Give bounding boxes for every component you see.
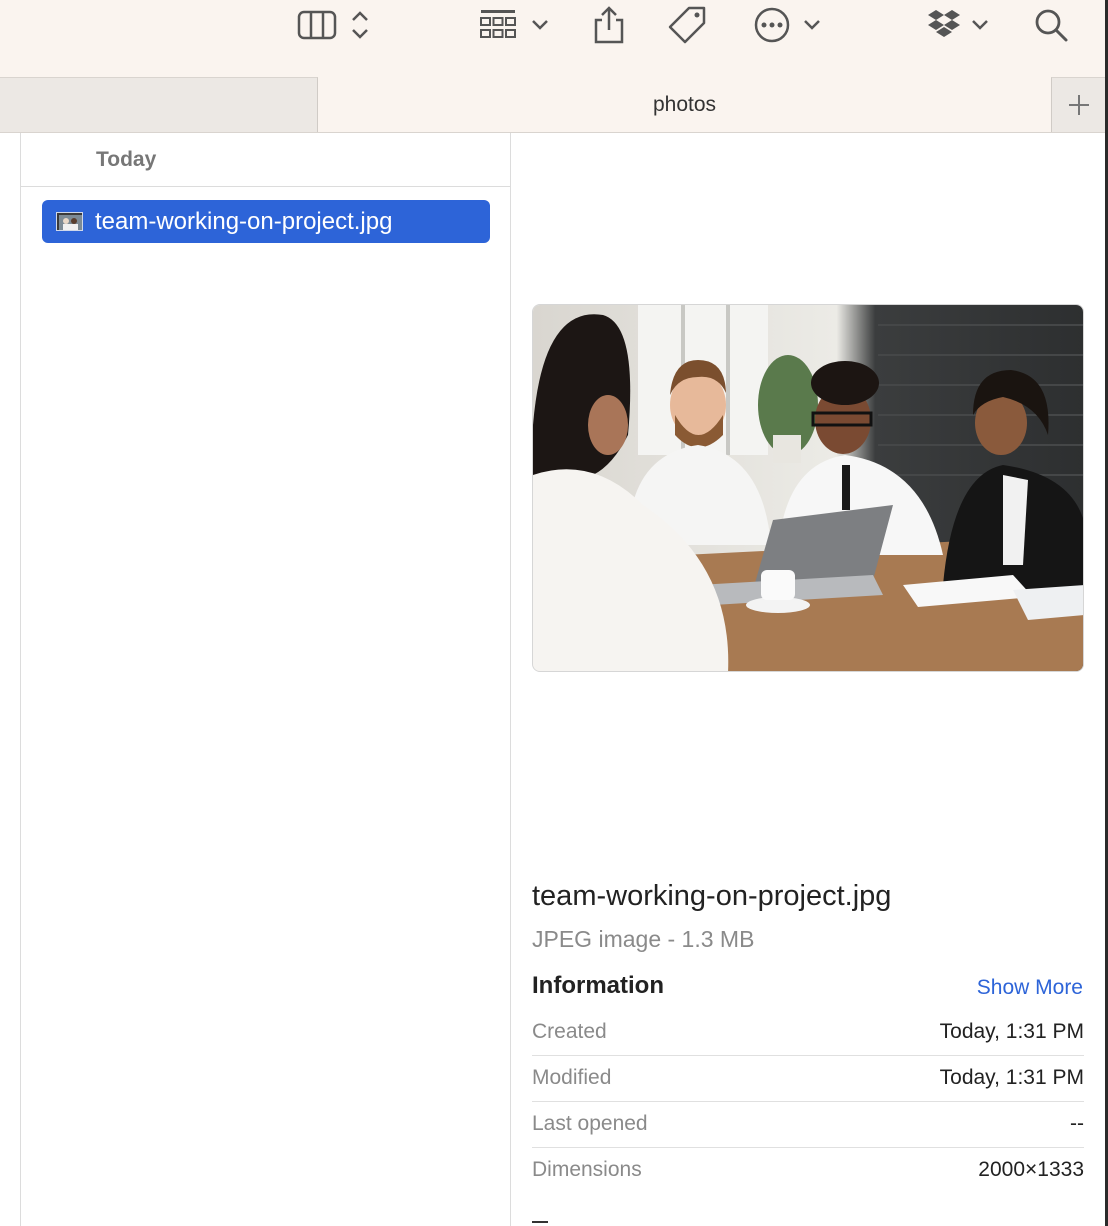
image-thumbnail-icon [56,212,83,231]
column-divider[interactable] [20,133,21,1226]
chevron-down-icon[interactable] [528,0,552,50]
group-grid-icon[interactable] [475,0,521,50]
info-label: Dimensions [532,1158,642,1181]
info-row-last-opened: Last opened -- [532,1102,1084,1148]
info-value: 2000×1333 [978,1158,1084,1181]
tab-photos[interactable]: photos [318,77,1051,132]
tab-inactive[interactable] [0,77,318,132]
photo-illustration [533,305,1083,671]
info-value: Today, 1:31 PM [939,1020,1084,1043]
info-value: -- [1070,1112,1084,1135]
tag-icon[interactable] [664,0,710,50]
file-name: team-working-on-project.jpg [95,207,393,235]
plus-icon [1069,95,1089,115]
toolbar [0,0,1108,77]
info-label: Created [532,1020,607,1043]
info-row-created: Created Today, 1:31 PM [532,1010,1084,1056]
more-icon[interactable] [751,0,793,50]
info-value: Today, 1:31 PM [939,1066,1084,1089]
info-label: Last opened [532,1112,648,1135]
tab-bar: photos [0,77,1108,133]
info-row-modified: Modified Today, 1:31 PM [532,1056,1084,1102]
file-row-selected[interactable]: team-working-on-project.jpg [42,200,490,243]
search-icon[interactable] [1030,0,1072,50]
show-more-link[interactable]: Show More [977,976,1083,1000]
preview-file-name: team-working-on-project.jpg [532,880,892,912]
column-divider[interactable] [510,133,511,1226]
chevron-down-icon[interactable] [968,0,992,50]
dropbox-icon[interactable] [924,0,964,50]
updown-chevron-icon[interactable] [346,0,374,50]
info-label: Modified [532,1066,612,1089]
share-icon[interactable] [588,0,630,50]
chevron-down-icon[interactable] [800,0,824,50]
image-preview[interactable] [532,304,1084,672]
columns-view-icon[interactable] [292,0,342,50]
tab-label: photos [652,92,717,116]
preview-kind-size: JPEG image - 1.3 MB [532,926,755,952]
new-tab-button[interactable] [1051,77,1106,132]
group-header: Today [21,133,510,187]
info-row-dimensions: Dimensions 2000×1333 [532,1148,1084,1194]
divider [532,1221,548,1223]
info-heading: Information [532,972,664,999]
group-label: Today [96,148,157,171]
